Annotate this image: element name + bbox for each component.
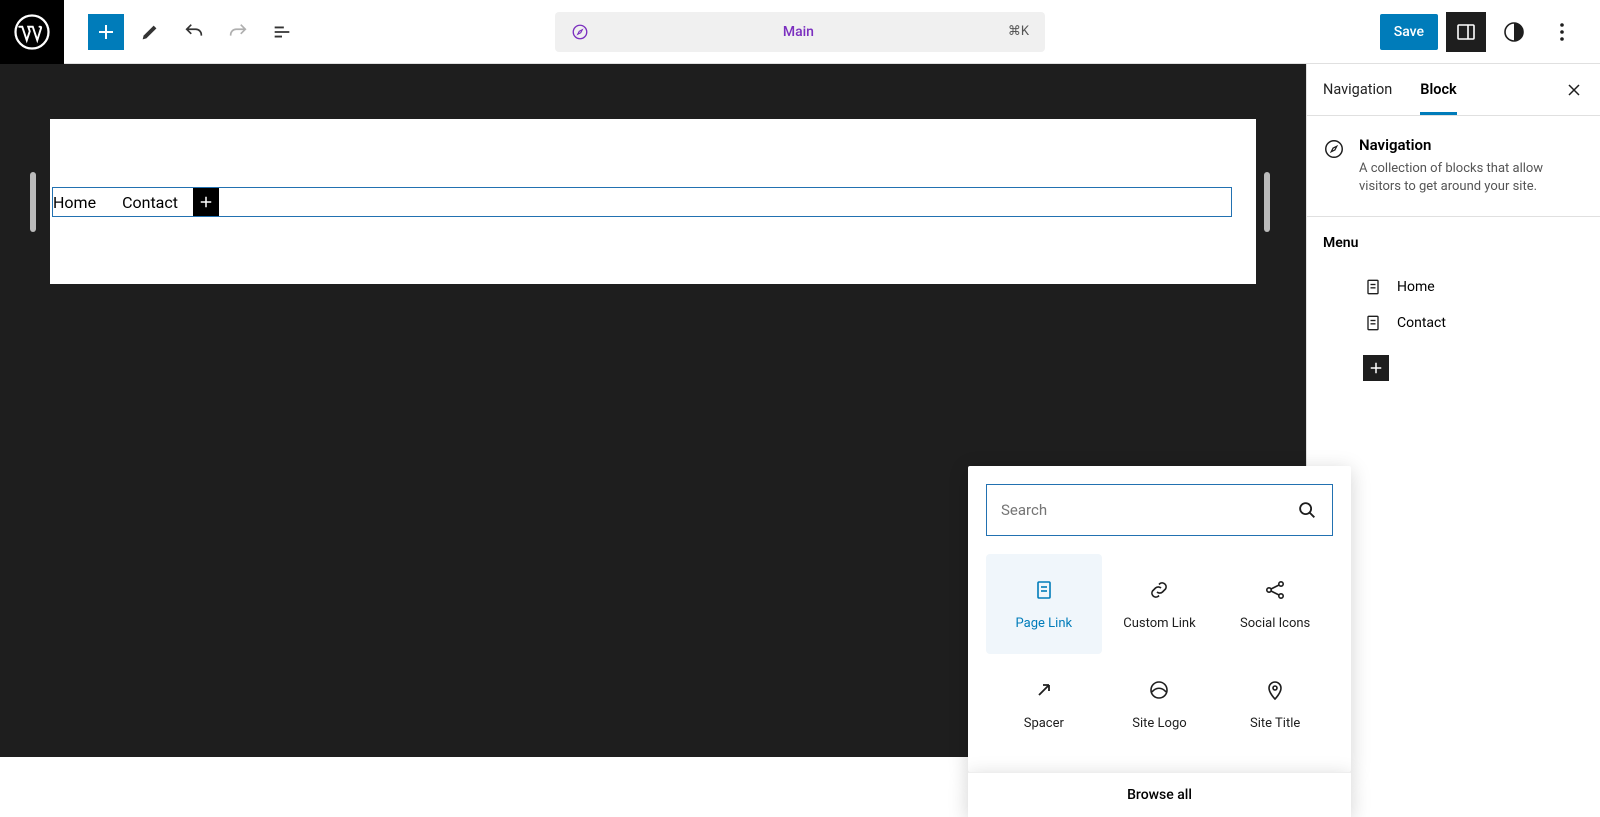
share-icon bbox=[1263, 578, 1287, 602]
save-button[interactable]: Save bbox=[1380, 14, 1438, 50]
document-overview-button[interactable] bbox=[264, 14, 300, 50]
page-link-icon bbox=[1032, 578, 1056, 602]
nav-item[interactable]: Home bbox=[53, 193, 109, 212]
inserter-item-label: Site Logo bbox=[1132, 716, 1186, 731]
map-pin-icon bbox=[1263, 678, 1287, 702]
close-sidebar-button[interactable] bbox=[1564, 80, 1584, 100]
menu-item-label: Home bbox=[1397, 279, 1435, 295]
options-menu-button[interactable] bbox=[1542, 12, 1582, 52]
block-inserter-button[interactable] bbox=[88, 14, 124, 50]
resize-handle-left[interactable] bbox=[30, 172, 36, 232]
inserter-item-site-title[interactable]: Site Title bbox=[1217, 654, 1333, 754]
search-icon bbox=[1296, 499, 1318, 521]
inserter-search-field[interactable] bbox=[986, 484, 1333, 536]
resize-handle-right[interactable] bbox=[1264, 172, 1270, 232]
browse-all-button[interactable]: Browse all bbox=[968, 772, 1351, 817]
sidebar-tabs: Navigation Block bbox=[1307, 64, 1600, 116]
command-palette-label: Main bbox=[597, 24, 1000, 40]
page-icon bbox=[1363, 277, 1383, 297]
nav-add-block-button[interactable] bbox=[193, 188, 219, 216]
page-icon bbox=[1363, 313, 1383, 333]
template-canvas[interactable]: Home Contact bbox=[50, 119, 1256, 284]
block-info-panel: Navigation A collection of blocks that a… bbox=[1307, 116, 1600, 217]
inserter-item-label: Social Icons bbox=[1240, 616, 1310, 631]
menu-heading: Menu bbox=[1323, 235, 1584, 251]
toolbar-right-group: Save bbox=[1380, 12, 1600, 52]
inserter-item-label: Page Link bbox=[1016, 616, 1073, 631]
compass-icon bbox=[1323, 138, 1345, 196]
block-title: Navigation bbox=[1359, 136, 1584, 154]
plus-icon bbox=[1367, 359, 1385, 377]
inserter-item-label: Site Title bbox=[1250, 716, 1300, 731]
inserter-grid: Page Link Custom Link Social Icons Space… bbox=[968, 554, 1351, 772]
site-logo-icon bbox=[1147, 678, 1171, 702]
edit-tool-button[interactable] bbox=[132, 14, 168, 50]
spacer-icon bbox=[1032, 678, 1056, 702]
settings-sidebar-toggle[interactable] bbox=[1446, 12, 1486, 52]
inserter-item-label: Custom Link bbox=[1123, 616, 1195, 631]
menu-item[interactable]: Contact bbox=[1323, 305, 1584, 341]
menu-add-button[interactable] bbox=[1363, 355, 1389, 381]
menu-item-label: Contact bbox=[1397, 315, 1446, 331]
close-icon bbox=[1564, 80, 1584, 100]
styles-toggle[interactable] bbox=[1494, 12, 1534, 52]
toolbar-left-group bbox=[64, 14, 300, 50]
tab-navigation[interactable]: Navigation bbox=[1323, 67, 1392, 112]
menu-section: Menu Home Contact bbox=[1307, 217, 1600, 399]
inserter-item-site-logo[interactable]: Site Logo bbox=[1102, 654, 1218, 754]
nav-item[interactable]: Contact bbox=[109, 193, 191, 212]
navigation-block[interactable]: Home Contact bbox=[52, 187, 1232, 217]
redo-button[interactable] bbox=[220, 14, 256, 50]
command-palette-button[interactable]: Main ⌘K bbox=[555, 12, 1045, 52]
compass-icon bbox=[571, 23, 589, 41]
block-inserter-popover: Page Link Custom Link Social Icons Space… bbox=[968, 466, 1351, 772]
top-toolbar: Main ⌘K Save bbox=[0, 0, 1600, 64]
tab-block[interactable]: Block bbox=[1420, 64, 1456, 115]
inserter-item-label: Spacer bbox=[1024, 716, 1064, 731]
inserter-item-page-link[interactable]: Page Link bbox=[986, 554, 1102, 654]
editor-canvas[interactable]: Home Contact Page Link bbox=[0, 64, 1306, 757]
search-input[interactable] bbox=[1001, 501, 1296, 519]
block-description: A collection of blocks that allow visito… bbox=[1359, 160, 1584, 196]
undo-button[interactable] bbox=[176, 14, 212, 50]
inserter-item-social-icons[interactable]: Social Icons bbox=[1217, 554, 1333, 654]
custom-link-icon bbox=[1147, 578, 1171, 602]
wordpress-logo[interactable] bbox=[0, 0, 64, 64]
menu-item[interactable]: Home bbox=[1323, 269, 1584, 305]
command-palette-shortcut: ⌘K bbox=[1008, 24, 1029, 39]
inserter-item-spacer[interactable]: Spacer bbox=[986, 654, 1102, 754]
inserter-item-custom-link[interactable]: Custom Link bbox=[1102, 554, 1218, 654]
